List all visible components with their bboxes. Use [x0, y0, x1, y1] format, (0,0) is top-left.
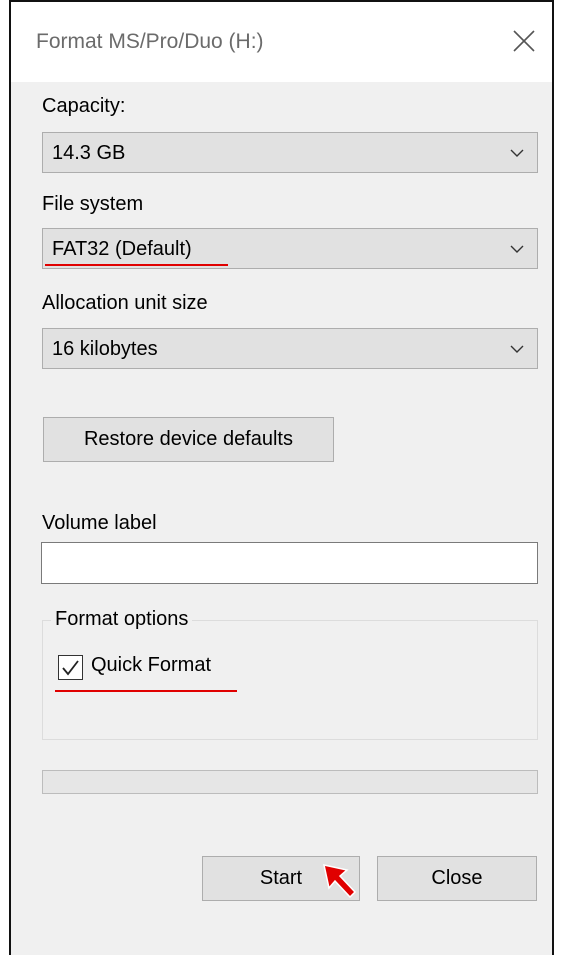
- file-system-label: File system: [42, 193, 144, 215]
- file-system-value: FAT32 (Default): [52, 238, 192, 260]
- quick-format-label[interactable]: Quick Format: [91, 654, 211, 677]
- file-system-dropdown[interactable]: FAT32 (Default): [42, 228, 538, 269]
- quick-format-checkbox[interactable]: [58, 655, 83, 680]
- allocation-label: Allocation unit size: [42, 292, 208, 314]
- capacity-label: Capacity:: [42, 95, 126, 117]
- restore-defaults-button[interactable]: Restore device defaults: [43, 417, 334, 462]
- format-options-group: [42, 620, 538, 740]
- chevron-down-icon: [510, 149, 524, 157]
- volume-label-heading: Volume label: [42, 512, 157, 534]
- annotation-underline: [45, 264, 228, 266]
- chevron-down-icon: [510, 345, 524, 353]
- close-button[interactable]: Close: [377, 856, 537, 901]
- title-bar: Format MS/Pro/Duo (H:): [11, 2, 552, 82]
- format-progress-bar: [42, 770, 538, 794]
- window-title: Format MS/Pro/Duo (H:): [36, 30, 264, 53]
- allocation-dropdown[interactable]: 16 kilobytes: [42, 328, 538, 369]
- checkmark-icon: [62, 660, 79, 676]
- mouse-pointer-icon: [323, 864, 357, 899]
- capacity-value: 14.3 GB: [52, 142, 126, 164]
- allocation-value: 16 kilobytes: [52, 338, 158, 360]
- capacity-dropdown[interactable]: 14.3 GB: [42, 132, 538, 173]
- format-options-title: Format options: [51, 608, 193, 631]
- annotation-underline: [55, 690, 237, 692]
- format-dialog: Format MS/Pro/Duo (H:) Capacity: 14.3 GB…: [9, 0, 554, 955]
- volume-label-input[interactable]: [41, 542, 538, 584]
- close-icon[interactable]: [511, 28, 537, 54]
- chevron-down-icon: [510, 245, 524, 253]
